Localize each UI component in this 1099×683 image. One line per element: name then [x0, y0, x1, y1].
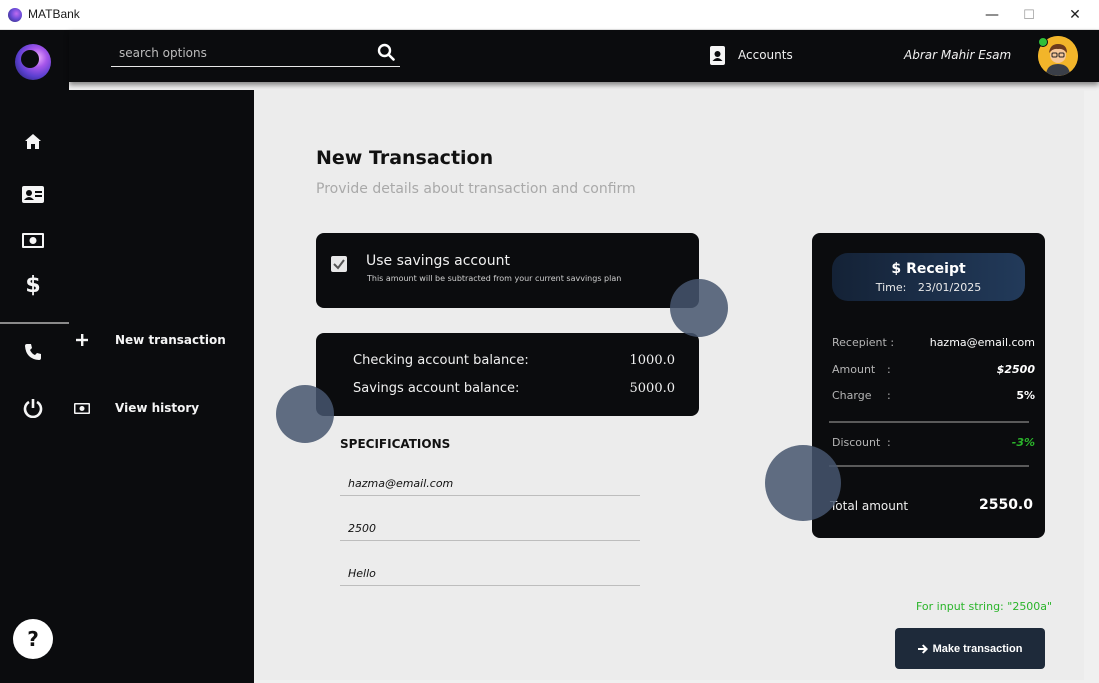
- receipt-colon: :: [887, 436, 891, 449]
- banknote-icon: [71, 399, 93, 417]
- receipt-charge-value: 5%: [1016, 389, 1035, 402]
- main-content: New Transaction Provide details about tr…: [254, 90, 1084, 680]
- power-icon[interactable]: [22, 397, 44, 419]
- receipt-charge-label: Charge: [832, 389, 872, 402]
- receipt-discount-label: Discount: [832, 436, 881, 449]
- checking-balance-row: Checking account balance: 1000.0: [353, 353, 675, 368]
- make-transaction-button[interactable]: Make transaction: [895, 628, 1045, 669]
- help-button[interactable]: ?: [13, 619, 53, 659]
- dollar-icon[interactable]: $: [22, 273, 44, 298]
- note-field[interactable]: [340, 562, 640, 585]
- savings-title: Use savings account: [366, 253, 510, 269]
- receipt-divider: [829, 421, 1029, 423]
- checkmark-icon: [333, 259, 345, 270]
- online-status-dot: [1038, 37, 1048, 47]
- decorative-bubble: [765, 445, 841, 521]
- receipt-recipient-label: Recepient :: [832, 336, 895, 349]
- receipt-total-label: Total amount: [830, 499, 909, 513]
- receipt-time: Time: 23/01/2025: [832, 281, 1025, 294]
- app-logo-icon: [8, 8, 22, 22]
- receipt-colon: :: [887, 389, 891, 402]
- banknote-icon[interactable]: [22, 229, 44, 251]
- status-message: For input string: "2500a": [916, 600, 1053, 613]
- contact-card-icon[interactable]: [22, 183, 44, 205]
- receipt-row-amount: Amount : $2500: [832, 363, 1035, 376]
- amount-field-wrap: [340, 517, 640, 541]
- accounts-link[interactable]: Accounts: [709, 44, 793, 66]
- home-icon[interactable]: [22, 130, 44, 152]
- receipt-time-value: 23/01/2025: [917, 281, 982, 294]
- receipt-row-discount: Discount : -3%: [832, 436, 1035, 449]
- receipt-total-value: 2550.0: [978, 497, 1033, 513]
- receipt-time-label: Time:: [875, 281, 907, 294]
- amount-field[interactable]: [340, 517, 640, 540]
- decorative-bubble: [276, 385, 334, 443]
- savings-balance-value: 5000.0: [629, 381, 676, 396]
- submenu-item-new-transaction[interactable]: New transaction: [69, 329, 226, 351]
- submenu-item-label: View history: [115, 401, 200, 415]
- savings-balance-row: Savings account balance: 5000.0: [353, 381, 675, 396]
- window-title: MATBank: [28, 7, 80, 21]
- search-input[interactable]: [111, 42, 366, 64]
- receipt-title: $ Receipt: [832, 261, 1025, 277]
- maximize-button[interactable]: ☐: [1007, 0, 1051, 30]
- plus-icon: [71, 331, 93, 349]
- page-title: New Transaction: [316, 147, 494, 169]
- savings-balance-label: Savings account balance:: [353, 381, 520, 396]
- user-name: Abrar Mahir Esam: [904, 48, 1012, 62]
- savings-option-card: Use savings account This amount will be …: [316, 233, 699, 308]
- submenu-item-view-history[interactable]: View history: [69, 397, 199, 419]
- bank-logo-icon: [15, 44, 51, 80]
- contact-book-icon: [710, 45, 725, 65]
- note-field-wrap: [340, 562, 640, 586]
- make-transaction-label: Make transaction: [932, 642, 1023, 655]
- receipt-amount-value: $2500: [996, 363, 1035, 376]
- search-icon[interactable]: [377, 43, 395, 61]
- page-subtitle: Provide details about transaction and co…: [316, 181, 636, 197]
- receipt-discount-value: -3%: [1011, 436, 1035, 449]
- submenu-item-label: New transaction: [115, 333, 226, 347]
- receipt-row-charge: Charge : 5%: [832, 389, 1035, 402]
- receipt-card: $ Receipt Time: 23/01/2025 Recepient : ha…: [812, 233, 1045, 538]
- dollar-icon: $: [891, 261, 902, 277]
- receipt-amount-label: Amount: [832, 363, 876, 376]
- search-bar: [111, 40, 400, 67]
- top-header: Accounts Abrar Mahir Esam: [69, 30, 1099, 82]
- submenu-panel: New transaction View history: [69, 90, 254, 683]
- specifications-title: SPECIFICATIONS: [340, 437, 451, 451]
- checking-balance-value: 1000.0: [629, 353, 676, 368]
- accounts-label: Accounts: [738, 48, 793, 62]
- savings-note: This amount will be subtracted from your…: [367, 274, 622, 283]
- receipt-recipient-value: hazma@email.com: [929, 336, 1035, 349]
- receipt-divider: [829, 465, 1029, 467]
- recipient-field-wrap: [340, 472, 640, 496]
- receipt-row-recipient: Recepient : hazma@email.com: [832, 336, 1035, 349]
- left-rail: $ ?: [0, 30, 69, 683]
- receipt-header: $ Receipt Time: 23/01/2025: [832, 253, 1025, 301]
- close-button[interactable]: ✕: [1053, 0, 1097, 30]
- checking-balance-label: Checking account balance:: [353, 353, 529, 368]
- arrow-right-icon: [917, 644, 928, 653]
- use-savings-checkbox[interactable]: [331, 256, 347, 272]
- decorative-bubble: [670, 279, 728, 337]
- receipt-colon: :: [887, 363, 891, 376]
- recipient-field[interactable]: [340, 472, 640, 495]
- balance-card: Checking account balance: 1000.0 Savings…: [316, 333, 699, 416]
- window-titlebar: MATBank — ☐ ✕: [0, 0, 1099, 30]
- receipt-title-text: Receipt: [906, 261, 966, 277]
- rail-divider: [0, 322, 69, 324]
- phone-icon[interactable]: [22, 341, 44, 363]
